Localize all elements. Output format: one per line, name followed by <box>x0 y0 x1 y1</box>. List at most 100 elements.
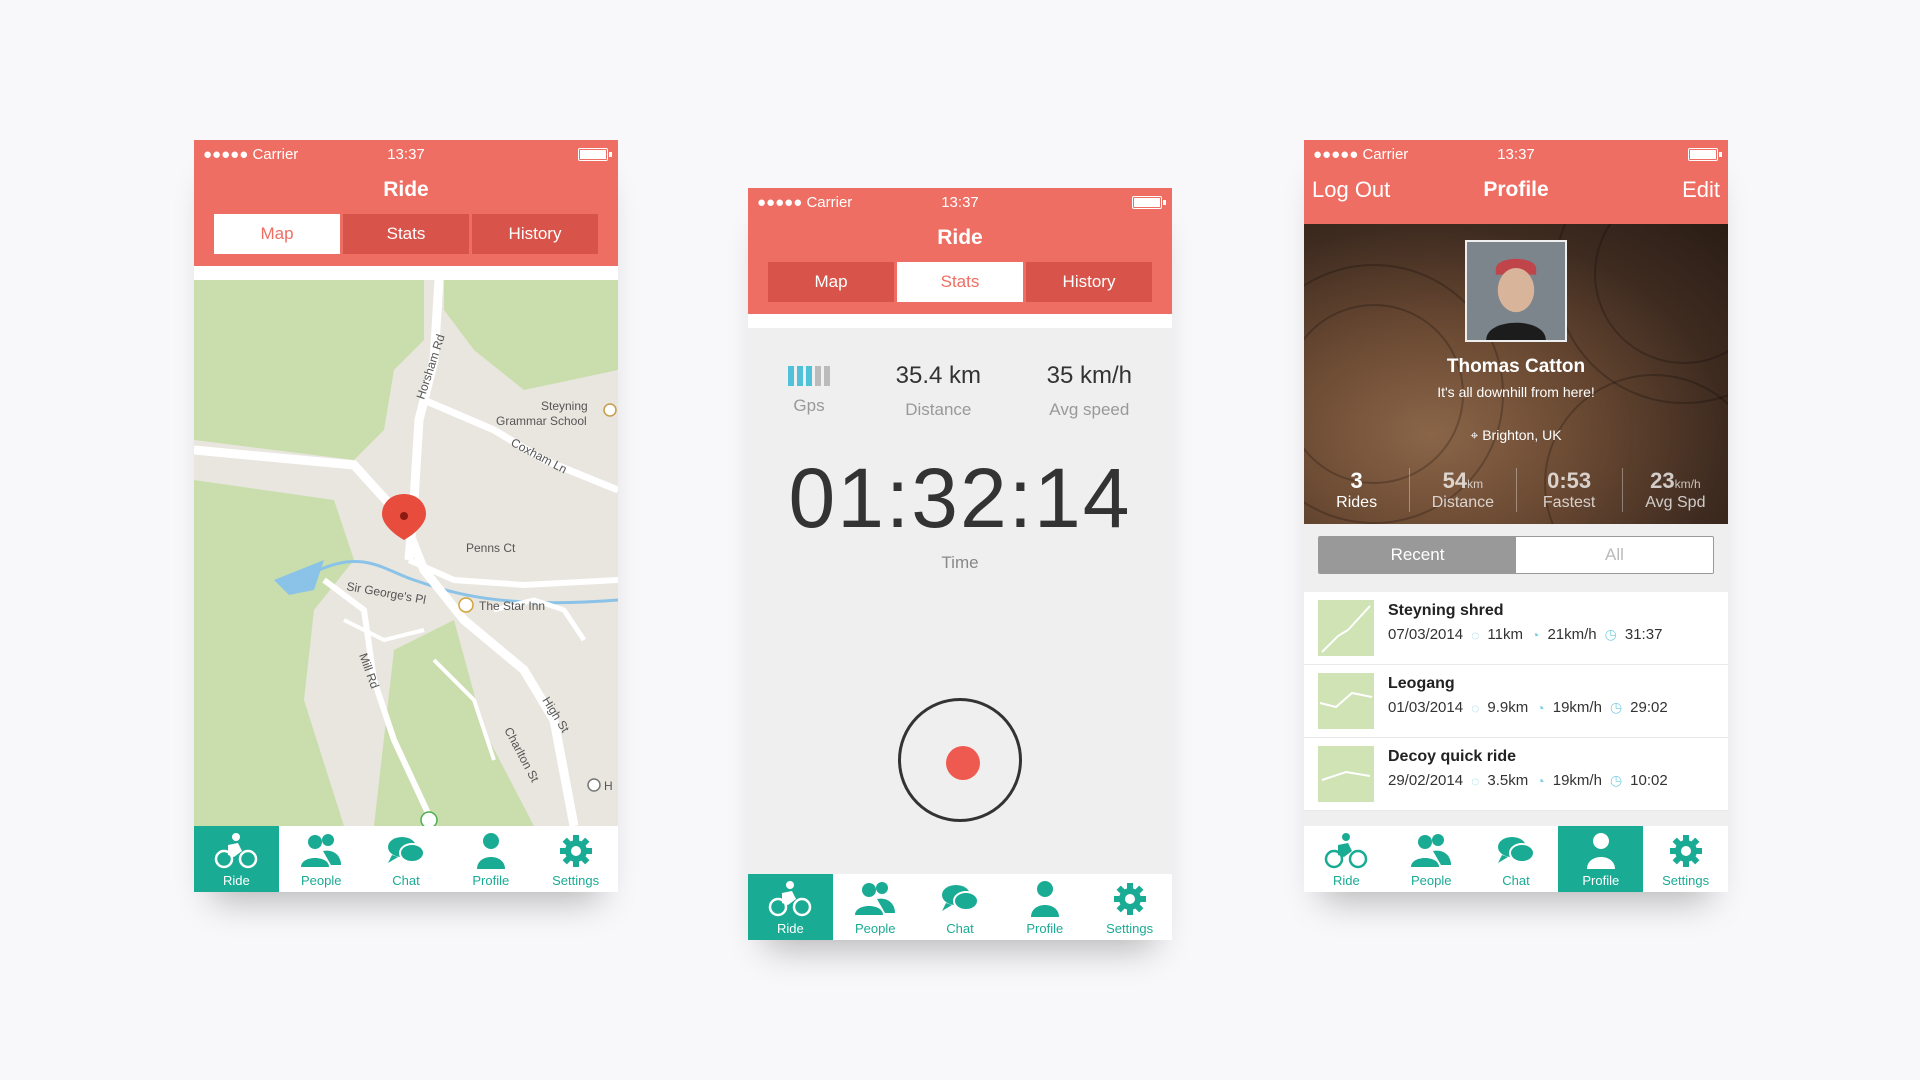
phone-profile-screen: ●●●●● Carrier 13:37 Log Out Profile Edit… <box>1304 140 1728 892</box>
ride-date: 07/03/2014 <box>1388 626 1464 643</box>
tab-profile[interactable]: Profile <box>1558 826 1644 892</box>
profile-hero: Thomas Catton It's all downhill from her… <box>1304 224 1728 524</box>
record-button[interactable] <box>898 698 1022 822</box>
list-item[interactable]: Leogang 01/03/2014 ◌ 9.9km ◔ 19km/h ◷ 29:02 <box>1304 665 1728 738</box>
segment-map[interactable]: Map <box>214 214 340 254</box>
speed-stat: 35 km/h Avg speed <box>1047 362 1132 420</box>
tab-label: Ride <box>1333 873 1360 888</box>
segmented-control: Map Stats History <box>214 214 598 254</box>
stat-label: Avg Spd <box>1645 494 1706 511</box>
gear-icon <box>1669 835 1702 867</box>
phone-map-screen: ●●●●● Carrier 13:37 Ride Map Stats Histo… <box>194 140 618 892</box>
tab-chat[interactable]: Chat <box>918 874 1003 940</box>
tab-people[interactable]: People <box>279 826 364 892</box>
tab-ride[interactable]: Ride <box>748 874 833 940</box>
tab-bar: Ride People Chat Profile Settings <box>194 826 618 892</box>
people-icon <box>855 882 896 915</box>
chat-icon <box>1497 837 1535 863</box>
tab-chat[interactable]: Chat <box>1474 826 1559 892</box>
stat-label: Distance <box>1431 494 1494 511</box>
navbar: Log Out Profile Edit <box>1304 168 1728 212</box>
gear-icon <box>559 835 592 867</box>
distance-icon: ◌ <box>1471 772 1480 789</box>
map-view[interactable]: Horsham Rd Steyning Grammar School Coxha… <box>194 280 618 826</box>
timer-value: 01:32:14 <box>788 451 1132 545</box>
tab-label: People <box>300 873 342 888</box>
clock-icon: ◷ <box>1609 772 1623 788</box>
tab-settings[interactable]: Settings <box>1087 874 1172 940</box>
record-dot-icon <box>946 746 980 780</box>
timer-label: Time <box>941 553 979 572</box>
stat-avg-speed: 23km/h Avg Spd <box>1621 468 1728 512</box>
status-time: 13:37 <box>387 146 425 163</box>
speed-icon: ◔ <box>1536 772 1545 789</box>
tab-settings[interactable]: Settings <box>1643 826 1728 892</box>
edit-button[interactable]: Edit <box>1682 177 1720 203</box>
ride-name: Leogang <box>1388 675 1455 692</box>
tab-ride[interactable]: Ride <box>194 826 279 892</box>
clock-icon: ◷ <box>1609 699 1623 715</box>
tab-label: Profile <box>1026 921 1064 936</box>
bike-icon <box>215 833 258 869</box>
gps-label: Gps <box>793 396 825 415</box>
status-bar: ●●●●● Carrier 13:37 <box>194 140 618 168</box>
stat-num: 0:53 <box>1547 468 1592 493</box>
segment-map[interactable]: Map <box>768 262 894 302</box>
tab-people[interactable]: People <box>833 874 918 940</box>
profile-location: ⌖ Brighton, UK <box>1304 427 1728 444</box>
stat-rides: 3 Rides <box>1304 468 1409 512</box>
tab-chat[interactable]: Chat <box>364 826 449 892</box>
list-item[interactable]: Steyning shred 07/03/2014 ◌ 11km ◔ 21km/h … <box>1304 592 1728 665</box>
battery-icon <box>1132 196 1166 209</box>
stat-label: Rides <box>1336 494 1378 511</box>
avatar-image <box>1467 242 1565 340</box>
person-icon <box>1030 881 1059 917</box>
chat-icon <box>941 885 979 911</box>
route-thumbnail <box>1318 600 1374 656</box>
tab-label: Profile <box>1582 873 1620 888</box>
ride-name: Steyning shred <box>1388 602 1504 619</box>
list-item[interactable]: Decoy quick ride 29/02/2014 ◌ 3.5km ◔ 19km… <box>1304 738 1728 811</box>
battery-icon <box>578 148 612 161</box>
ride-speed: 21km/h <box>1547 626 1597 643</box>
ride-speed: 19km/h <box>1552 699 1602 716</box>
navbar: Ride <box>748 216 1172 260</box>
tab-bar: Ride People Chat Profile Settings <box>748 874 1172 940</box>
stat-num: 54 <box>1442 468 1468 493</box>
route-thumbnail <box>1318 746 1374 802</box>
tab-label: Chat <box>392 873 420 888</box>
distance-icon: ◌ <box>1471 626 1480 643</box>
chat-icon <box>387 837 425 863</box>
page-title: Ride <box>383 178 429 201</box>
ride-distance: 11km <box>1487 626 1523 643</box>
tab-settings[interactable]: Settings <box>533 826 618 892</box>
tab-ride[interactable]: Ride <box>1304 826 1389 892</box>
tab-label: Ride <box>777 921 804 936</box>
tab-bar: Ride People Chat Profile Settings <box>1304 826 1728 892</box>
header: ●●●●● Carrier 13:37 Ride Map Stats Histo… <box>748 188 1172 314</box>
distance-icon: ◌ <box>1471 699 1480 716</box>
phone-stats-screen: ●●●●● Carrier 13:37 Ride Map Stats Histo… <box>748 188 1172 940</box>
tab-profile[interactable]: Profile <box>448 826 533 892</box>
gps-signal-icon <box>788 366 830 388</box>
ride-distance: 3.5km <box>1487 772 1529 789</box>
tab-label: People <box>1410 873 1452 888</box>
tab-label: Ride <box>223 873 250 888</box>
filter-recent[interactable]: Recent <box>1319 537 1516 573</box>
ride-time: 29:02 <box>1630 699 1668 716</box>
stat-fastest: 0:53 Fastest <box>1515 468 1622 512</box>
recent-all-toggle: Recent All <box>1318 536 1714 574</box>
tab-profile[interactable]: Profile <box>1002 874 1087 940</box>
speed-value: 35 km/h <box>1046 362 1132 389</box>
bike-icon <box>769 881 812 917</box>
stats-panel: Gps 35.4 km Distance 35 km/h Avg speed 0… <box>748 328 1172 874</box>
avatar[interactable] <box>1465 240 1567 342</box>
segment-history[interactable]: History <box>472 214 598 254</box>
filter-all[interactable]: All <box>1516 537 1713 573</box>
tab-people[interactable]: People <box>1389 826 1474 892</box>
segment-history[interactable]: History <box>1026 262 1152 302</box>
segment-stats[interactable]: Stats <box>897 262 1023 302</box>
tab-label: People <box>854 921 896 936</box>
segment-stats[interactable]: Stats <box>343 214 469 254</box>
person-icon <box>1586 833 1615 869</box>
